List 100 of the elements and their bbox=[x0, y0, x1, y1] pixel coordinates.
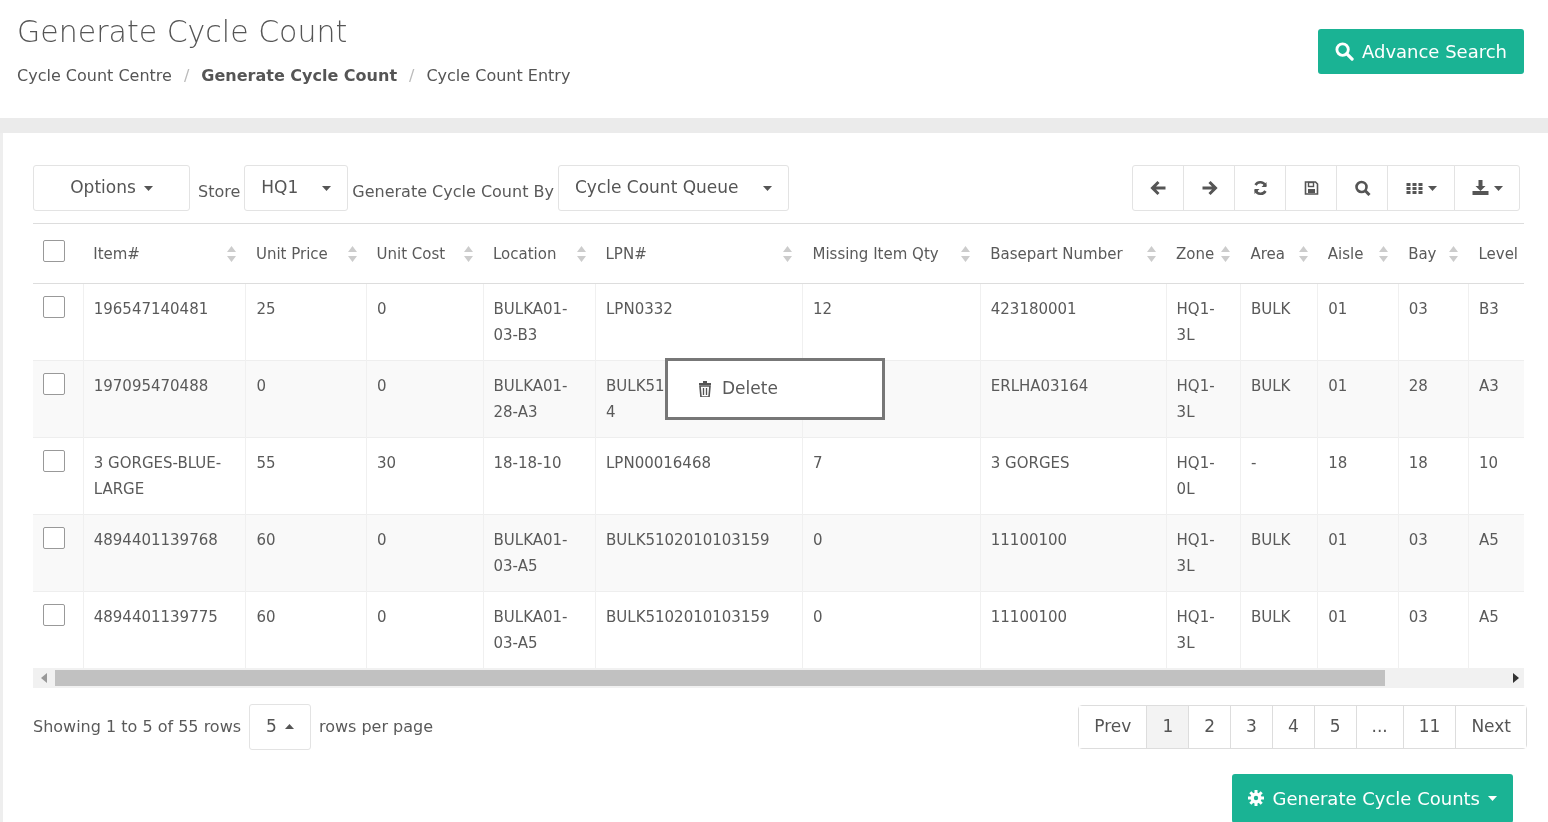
caret-icon bbox=[1493, 185, 1503, 191]
table-cell: BULK bbox=[1250, 376, 1291, 395]
table-cell: 4894401139768 bbox=[93, 530, 218, 549]
table-cell: ERLHA03164 bbox=[990, 376, 1089, 395]
table-cell: 55 bbox=[256, 453, 276, 472]
table-cell: 0 bbox=[377, 607, 387, 626]
scroll-left-icon[interactable] bbox=[41, 672, 49, 683]
menu-item[interactable]: Delete bbox=[722, 376, 778, 402]
search-icon bbox=[1353, 180, 1371, 196]
toolbar-button[interactable] bbox=[1387, 165, 1455, 211]
column-header[interactable]: Unit Price bbox=[255, 243, 328, 266]
select-all-checkbox[interactable] bbox=[43, 240, 65, 262]
forward-arrow-icon bbox=[1200, 180, 1218, 196]
caret-icon bbox=[322, 185, 332, 191]
options-dropdown[interactable]: Options bbox=[33, 165, 190, 211]
generate-by-label: Generate Cycle Count By bbox=[352, 181, 554, 203]
column-header[interactable]: Item# bbox=[93, 243, 140, 266]
row-checkbox[interactable] bbox=[43, 372, 65, 395]
sort-icon[interactable] bbox=[1449, 245, 1459, 264]
table-cell: LPN00016468 bbox=[606, 453, 711, 472]
table-cell: BULKA01-28-A3 bbox=[493, 376, 568, 421]
row-checkbox[interactable] bbox=[43, 526, 65, 549]
column-header[interactable]: Unit Cost bbox=[376, 243, 446, 266]
table-cell: 197095470488 bbox=[93, 376, 209, 395]
store-dropdown[interactable]: HQ1 bbox=[244, 165, 349, 211]
toolbar-button[interactable] bbox=[1132, 165, 1184, 211]
download-icon bbox=[1471, 180, 1489, 196]
page-title: Generate Cycle Count bbox=[17, 14, 349, 50]
back-arrow-icon bbox=[1149, 180, 1167, 196]
breadcrumb-separator: / bbox=[183, 65, 190, 87]
table-cell: HQ1-3L bbox=[1176, 607, 1215, 652]
table-cell: BULK bbox=[1250, 530, 1291, 549]
per-page-label: rows per page bbox=[318, 715, 434, 738]
toolbar-button[interactable] bbox=[1454, 165, 1520, 211]
sort-icon[interactable] bbox=[1147, 245, 1157, 264]
breadcrumb-link[interactable]: Cycle Count Centre bbox=[17, 64, 172, 88]
caret-icon bbox=[762, 185, 772, 191]
column-header[interactable]: Aisle bbox=[1327, 243, 1364, 266]
sort-icon[interactable] bbox=[1298, 245, 1308, 264]
column-header[interactable]: Basepart Number bbox=[990, 243, 1123, 266]
table-cell: HQ1-3L bbox=[1176, 376, 1215, 421]
sort-icon[interactable] bbox=[464, 245, 473, 264]
column-header[interactable]: Location bbox=[493, 243, 557, 266]
table-cell: 196547140481 bbox=[93, 299, 209, 318]
scrollbar-thumb[interactable] bbox=[55, 669, 1385, 686]
toolbar-button[interactable] bbox=[1234, 165, 1286, 211]
row-checkbox[interactable] bbox=[43, 449, 65, 472]
table-cell: 01 bbox=[1328, 530, 1348, 549]
table-cell: 11100100 bbox=[990, 530, 1068, 549]
table-cell: BULK5102010103159 bbox=[606, 607, 770, 626]
table-cell: BULK51 4 bbox=[606, 376, 665, 421]
sort-icon[interactable] bbox=[1221, 245, 1231, 264]
table-cell: 7 bbox=[812, 453, 823, 472]
table-cell: 11100100 bbox=[990, 607, 1068, 626]
row-checkbox[interactable] bbox=[43, 295, 65, 318]
page-size-dropdown[interactable]: 5 bbox=[249, 703, 311, 750]
sort-icon[interactable] bbox=[1379, 245, 1389, 264]
toolbar-button[interactable] bbox=[1336, 165, 1388, 211]
table-cell: 4894401139775 bbox=[93, 607, 218, 626]
gear-icon bbox=[1248, 790, 1265, 806]
sort-icon[interactable] bbox=[576, 245, 586, 264]
row-checkbox[interactable] bbox=[43, 603, 65, 626]
table-cell: 25 bbox=[256, 299, 276, 318]
sort-icon[interactable] bbox=[347, 245, 357, 264]
search-icon bbox=[1334, 42, 1354, 61]
column-header[interactable]: Area bbox=[1250, 243, 1285, 266]
breadcrumb-link[interactable]: Cycle Count Entry bbox=[426, 64, 571, 88]
column-header[interactable]: Bay bbox=[1408, 243, 1437, 266]
table-cell: 30 bbox=[377, 453, 397, 472]
table-cell: - bbox=[1250, 453, 1257, 472]
scroll-right-icon[interactable] bbox=[1511, 672, 1519, 683]
table-cell: 01 bbox=[1328, 607, 1348, 626]
table-cell: 423180001 bbox=[990, 299, 1077, 318]
table-cell: 01 bbox=[1328, 376, 1348, 395]
column-header[interactable]: Zone bbox=[1176, 243, 1215, 266]
caret-icon bbox=[1427, 185, 1437, 191]
column-header[interactable]: Missing Item Qty bbox=[812, 243, 939, 266]
table-cell: 18-18-10 bbox=[493, 453, 562, 472]
page-button[interactable]: Next bbox=[1455, 705, 1526, 748]
table-cell: 03 bbox=[1408, 530, 1428, 549]
column-header[interactable]: LPN# bbox=[605, 243, 647, 266]
sort-icon[interactable] bbox=[226, 245, 236, 264]
caret-icon bbox=[284, 724, 294, 729]
sort-icon[interactable] bbox=[961, 245, 971, 264]
column-header[interactable]: Level bbox=[1478, 243, 1519, 266]
table-cell: HQ1-3L bbox=[1176, 299, 1215, 344]
toolbar-button[interactable] bbox=[1285, 165, 1337, 211]
refresh-icon bbox=[1251, 180, 1269, 196]
table-cell: BULK bbox=[1250, 299, 1291, 318]
pagination-info: Showing 1 to 5 of 55 rows bbox=[33, 715, 242, 738]
page-button[interactable]: 1 bbox=[1146, 705, 1189, 748]
breadcrumb-separator: / bbox=[409, 65, 415, 87]
table-cell: 18 bbox=[1408, 453, 1428, 472]
sort-icon[interactable] bbox=[783, 245, 793, 264]
toolbar-button[interactable] bbox=[1183, 165, 1235, 211]
table-cell: 01 bbox=[1328, 299, 1348, 318]
table-cell: BULK bbox=[1250, 607, 1291, 626]
generate-by-dropdown[interactable]: Cycle Count Queue bbox=[557, 165, 789, 211]
table-cell: LPN0332 bbox=[606, 299, 673, 318]
caret-icon bbox=[143, 185, 153, 191]
